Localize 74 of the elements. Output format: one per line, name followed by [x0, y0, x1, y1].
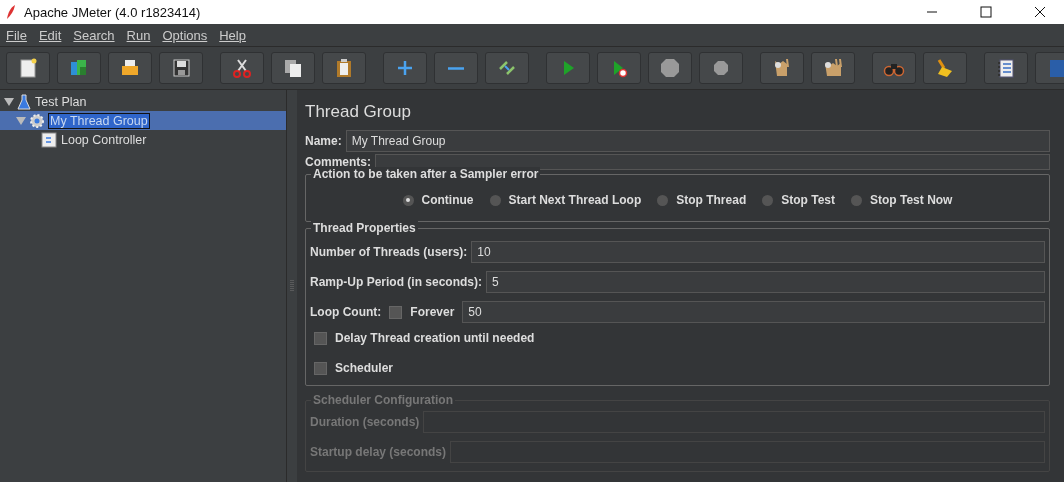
- ramp-up-field[interactable]: 5: [486, 271, 1045, 293]
- expand-arrow-icon[interactable]: [4, 96, 14, 107]
- copy-icon: [282, 57, 304, 79]
- toolbar-button[interactable]: [699, 52, 743, 84]
- loop-count-field[interactable]: 50: [462, 301, 1045, 323]
- field-label: Startup delay (seconds): [310, 445, 447, 459]
- field-label: Duration (seconds): [310, 415, 420, 429]
- menu-item[interactable]: Search: [69, 27, 119, 43]
- toolbar-button[interactable]: [923, 52, 967, 84]
- toolbar-button[interactable]: [159, 52, 203, 84]
- field-label: Loop Count:: [310, 305, 382, 319]
- save-icon: [170, 57, 192, 79]
- threads-field[interactable]: 10: [471, 241, 1045, 263]
- gear-icon: [29, 112, 45, 129]
- radio-label: Stop Test Now: [870, 193, 953, 207]
- radio-label: Stop Thread: [676, 193, 747, 207]
- scissors-icon: [231, 57, 253, 79]
- toolbar-button[interactable]: [597, 52, 641, 84]
- radio-button[interactable]: [489, 194, 501, 206]
- radio-button[interactable]: [762, 194, 774, 206]
- group-legend: Scheduler Configuration: [311, 393, 455, 407]
- checkbox[interactable]: [389, 305, 403, 319]
- toolbar-button[interactable]: [57, 52, 101, 84]
- radio-label: Start Next Thread Loop: [508, 193, 642, 207]
- menu-item[interactable]: Options: [158, 27, 212, 43]
- checkbox[interactable]: [314, 331, 327, 345]
- toolbar-button[interactable]: [271, 52, 315, 84]
- checkbox-label: Delay Thread creation until needed: [335, 331, 535, 345]
- checkbox-label: Scheduler: [335, 361, 394, 375]
- radio-button[interactable]: [851, 194, 862, 206]
- toolbar-button[interactable]: [811, 52, 855, 84]
- toolbar-button[interactable]: [648, 52, 692, 84]
- maximize-icon[interactable]: [980, 6, 992, 18]
- toolbar-button[interactable]: [383, 52, 427, 84]
- expand-arrow-icon[interactable]: [16, 115, 26, 126]
- field-label: Number of Threads (users):: [310, 245, 468, 259]
- tree-item[interactable]: My Thread Group: [48, 112, 150, 129]
- loop-controller-icon: [41, 131, 57, 148]
- group-legend: Thread Properties: [311, 221, 418, 235]
- name-field[interactable]: My Thread Group: [345, 130, 1050, 152]
- toolbar-button[interactable]: [984, 52, 1028, 84]
- broom-icon: [822, 57, 844, 79]
- checkbox[interactable]: [314, 361, 327, 375]
- menu-item[interactable]: File: [2, 27, 31, 43]
- toolbar-button[interactable]: [322, 52, 366, 84]
- menu-item[interactable]: Edit: [34, 27, 66, 43]
- window-title: Apache JMeter (4.0 r1823414): [24, 4, 201, 20]
- menu-item[interactable]: Run: [122, 27, 155, 43]
- comments-field[interactable]: [375, 154, 1050, 170]
- field-label: Name:: [305, 134, 342, 148]
- tree-item[interactable]: Loop Controller: [60, 132, 148, 147]
- minus-icon: [448, 66, 464, 70]
- radio-label: Stop Test: [781, 193, 835, 207]
- new-page-icon: [17, 57, 39, 79]
- radio-button[interactable]: [402, 194, 414, 206]
- feather-icon: [6, 4, 16, 20]
- toolbar-button[interactable]: [220, 52, 264, 84]
- radio-button[interactable]: [657, 194, 669, 206]
- stop-icon: [659, 57, 681, 79]
- close-icon[interactable]: [1034, 6, 1046, 18]
- list-icon: [995, 57, 1017, 79]
- panel-title: Thread Group: [305, 102, 412, 122]
- field-label: Comments:: [305, 155, 371, 169]
- toolbar-button[interactable]: [108, 52, 152, 84]
- radio-label: Continue: [421, 193, 474, 207]
- toolbar-button[interactable]: [6, 52, 50, 84]
- field-label: Ramp-Up Period (in seconds):: [310, 275, 482, 289]
- toolbar-button[interactable]: [485, 52, 529, 84]
- group-legend: Action to be taken after a Sampler error: [311, 167, 541, 181]
- checkbox-label: Forever: [410, 305, 455, 319]
- flask-icon: [17, 93, 31, 110]
- toolbar-button[interactable]: [760, 52, 804, 84]
- tree-item[interactable]: Test Plan: [34, 94, 88, 109]
- menu-item[interactable]: Help: [215, 27, 250, 43]
